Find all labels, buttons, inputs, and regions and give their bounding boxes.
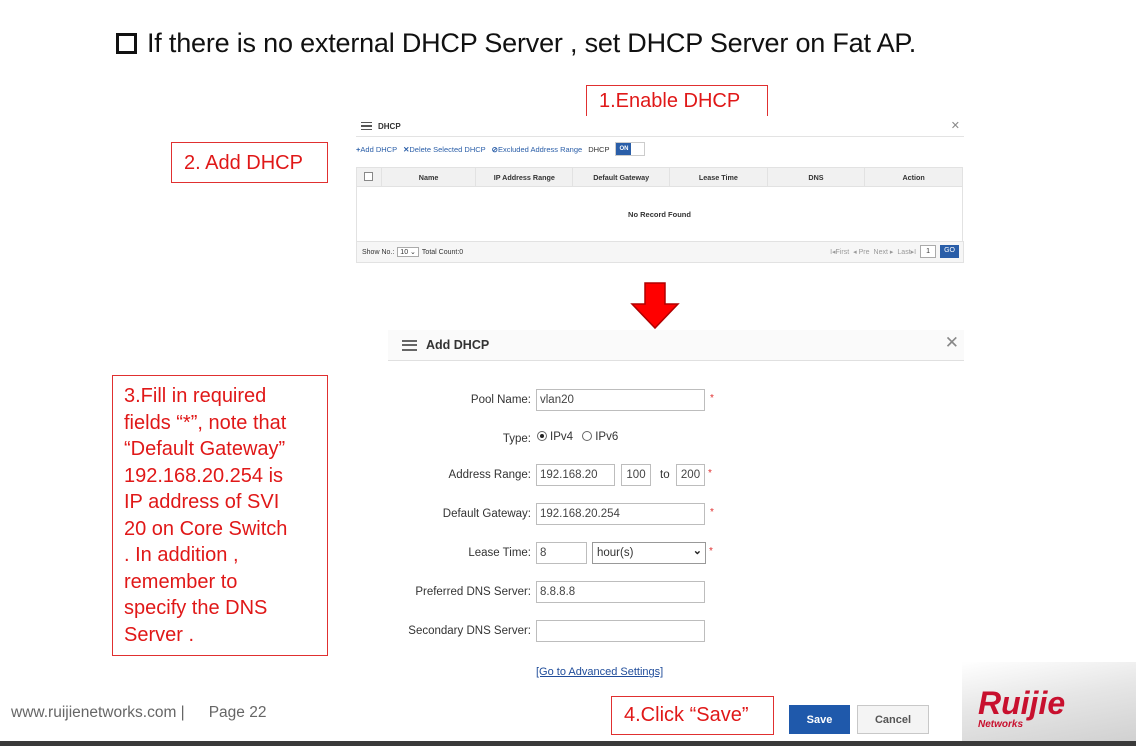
slide-title-row: If there is no external DHCP Server , se…: [116, 28, 916, 59]
dhcp-toggle-label: DHCP: [588, 144, 610, 154]
radio-selected-icon: [537, 431, 547, 441]
type-radio-group: IPv4 IPv6: [537, 431, 624, 443]
col-lease-time[interactable]: Lease Time: [669, 167, 768, 187]
page-number: Page 22: [208, 704, 267, 721]
address-range-end-input[interactable]: 200: [676, 464, 705, 486]
default-gateway-label: Default Gateway:: [442, 508, 531, 520]
col-action[interactable]: Action: [864, 167, 963, 187]
add-dhcp-header: Add DHCP ✕: [388, 330, 964, 361]
lease-time-input[interactable]: 8: [536, 542, 587, 564]
col-default-gateway[interactable]: Default Gateway: [572, 167, 671, 187]
note-line: 3.Fill in required: [124, 385, 267, 407]
show-no-label: Show No.:: [362, 248, 395, 256]
add-dhcp-button[interactable]: +Add DHCP: [356, 145, 397, 154]
excluded-address-range-button[interactable]: ⊘Excluded Address Range: [492, 145, 583, 154]
col-ip-range[interactable]: IP Address Range: [475, 167, 574, 187]
dhcp-window-header: DHCP ✕: [356, 116, 964, 137]
lease-time-label: Lease Time:: [468, 547, 531, 559]
callout-fill-fields: 3.Fill in required fields “*”, note that…: [112, 375, 328, 656]
page-number-input[interactable]: 1: [920, 245, 937, 258]
ruijie-logo: Ruijie Networks: [978, 685, 1065, 730]
select-all-checkbox[interactable]: [364, 171, 374, 181]
lease-unit-value: hour(s): [597, 547, 634, 559]
callout-add-dhcp: 2. Add DHCP: [171, 142, 328, 183]
advanced-settings-link[interactable]: [Go to Advanced Settings]: [536, 666, 663, 678]
note-line: specify the DNS: [124, 597, 268, 619]
total-count: Total Count:0: [421, 248, 464, 256]
next-page-link[interactable]: Next ▸: [874, 248, 894, 256]
svg-text:Ruijie: Ruijie: [978, 685, 1065, 721]
save-button[interactable]: Save: [789, 705, 850, 734]
checkbox-bullet-icon: [116, 33, 137, 54]
secondary-dns-input[interactable]: [536, 620, 705, 642]
slide-title: If there is no external DHCP Server , se…: [147, 28, 917, 58]
no-record-text: No Record Found: [356, 186, 963, 241]
select-all-cell: [356, 167, 382, 187]
delete-selected-dhcp-button[interactable]: ✕Delete Selected DHCP: [403, 145, 486, 154]
note-line: “Default Gateway”: [124, 438, 286, 460]
page-size-select[interactable]: 10 ⌄: [397, 247, 419, 257]
address-range-label: Address Range:: [448, 469, 531, 481]
note-line: Server .: [124, 623, 195, 646]
table-footer: Show No.: 10 ⌄ Total Count:0 I◂First ◂ P…: [356, 241, 964, 263]
address-range-start-input[interactable]: 100: [621, 464, 651, 486]
menu-icon[interactable]: [361, 120, 372, 133]
close-icon[interactable]: ✕: [951, 119, 960, 132]
radio-empty-icon: [582, 431, 593, 441]
table-header-row: Name IP Address Range Default Gateway Le…: [356, 167, 963, 187]
required-mark: *: [708, 468, 712, 479]
menu-icon[interactable]: [402, 337, 417, 353]
note-line: . In addition ,: [124, 544, 239, 566]
next-icon: ▸: [887, 248, 894, 256]
slide-footer: www.ruijienetworks.com | Page 22: [11, 704, 266, 722]
cancel-button[interactable]: Cancel: [857, 705, 929, 734]
callout-click-save: 4.Click “Save”: [611, 696, 774, 735]
pool-name-label: Pool Name:: [470, 394, 531, 406]
dhcp-toolbar: +Add DHCP ✕Delete Selected DHCP ⊘Exclude…: [356, 142, 646, 156]
type-label: Type:: [502, 433, 531, 445]
last-page-link[interactable]: Last▸I: [897, 248, 916, 256]
pager: I◂First ◂ Pre Next ▸ Last▸I 1 GO: [830, 245, 959, 258]
empty-row: No Record Found: [356, 186, 963, 241]
note-line: remember to: [124, 570, 238, 593]
dhcp-list-window: DHCP ✕ +Add DHCP ✕Delete Selected DHCP ⊘…: [356, 116, 964, 263]
dhcp-table: Name IP Address Range Default Gateway Le…: [356, 167, 963, 241]
note-line: 192.168.20.254 is: [124, 464, 284, 487]
range-to-label: to: [660, 469, 670, 481]
go-button[interactable]: GO: [940, 245, 959, 258]
required-mark: *: [709, 546, 713, 557]
down-arrow-icon: [630, 282, 680, 330]
col-name[interactable]: Name: [380, 167, 477, 187]
dhcp-window-title: DHCP: [378, 121, 401, 131]
chevron-down-icon: ⌄: [410, 249, 416, 256]
footer-url: www.ruijienetworks.com |: [11, 704, 185, 721]
default-gateway-input[interactable]: 192.168.20.254: [536, 503, 705, 525]
dhcp-toggle[interactable]: ON: [615, 142, 646, 156]
preferred-dns-label: Preferred DNS Server:: [415, 586, 531, 598]
add-dhcp-dialog: Add DHCP ✕ Pool Name: vlan20 * Type: IPv…: [388, 330, 964, 738]
address-range-prefix[interactable]: 192.168.20: [536, 464, 615, 486]
lease-unit-select[interactable]: hour(s) ⌄: [592, 542, 706, 564]
last-icon: ▸I: [910, 248, 917, 256]
required-mark: *: [710, 507, 714, 518]
dhcp-toggle-on: ON: [616, 143, 632, 155]
svg-text:Networks: Networks: [978, 719, 1023, 730]
pool-name-input[interactable]: vlan20: [536, 389, 705, 411]
note-line: fields “*”, note that: [124, 411, 287, 434]
required-mark: *: [710, 393, 714, 404]
secondary-dns-label: Secondary DNS Server:: [408, 625, 531, 637]
chevron-down-icon: ⌄: [692, 545, 702, 557]
note-line: IP address of SVI: [124, 491, 280, 513]
close-icon[interactable]: ✕: [945, 333, 959, 353]
add-dhcp-title: Add DHCP: [426, 338, 490, 352]
prev-page-link[interactable]: ◂ Pre: [853, 248, 869, 256]
footer-divider: [0, 741, 1136, 746]
col-dns[interactable]: DNS: [766, 167, 866, 187]
ipv6-radio[interactable]: IPv6: [582, 431, 618, 443]
first-page-link[interactable]: I◂First: [830, 248, 849, 256]
note-line: 20 on Core Switch: [124, 517, 288, 540]
preferred-dns-input[interactable]: 8.8.8.8: [536, 581, 705, 603]
ipv4-radio[interactable]: IPv4: [537, 431, 573, 443]
